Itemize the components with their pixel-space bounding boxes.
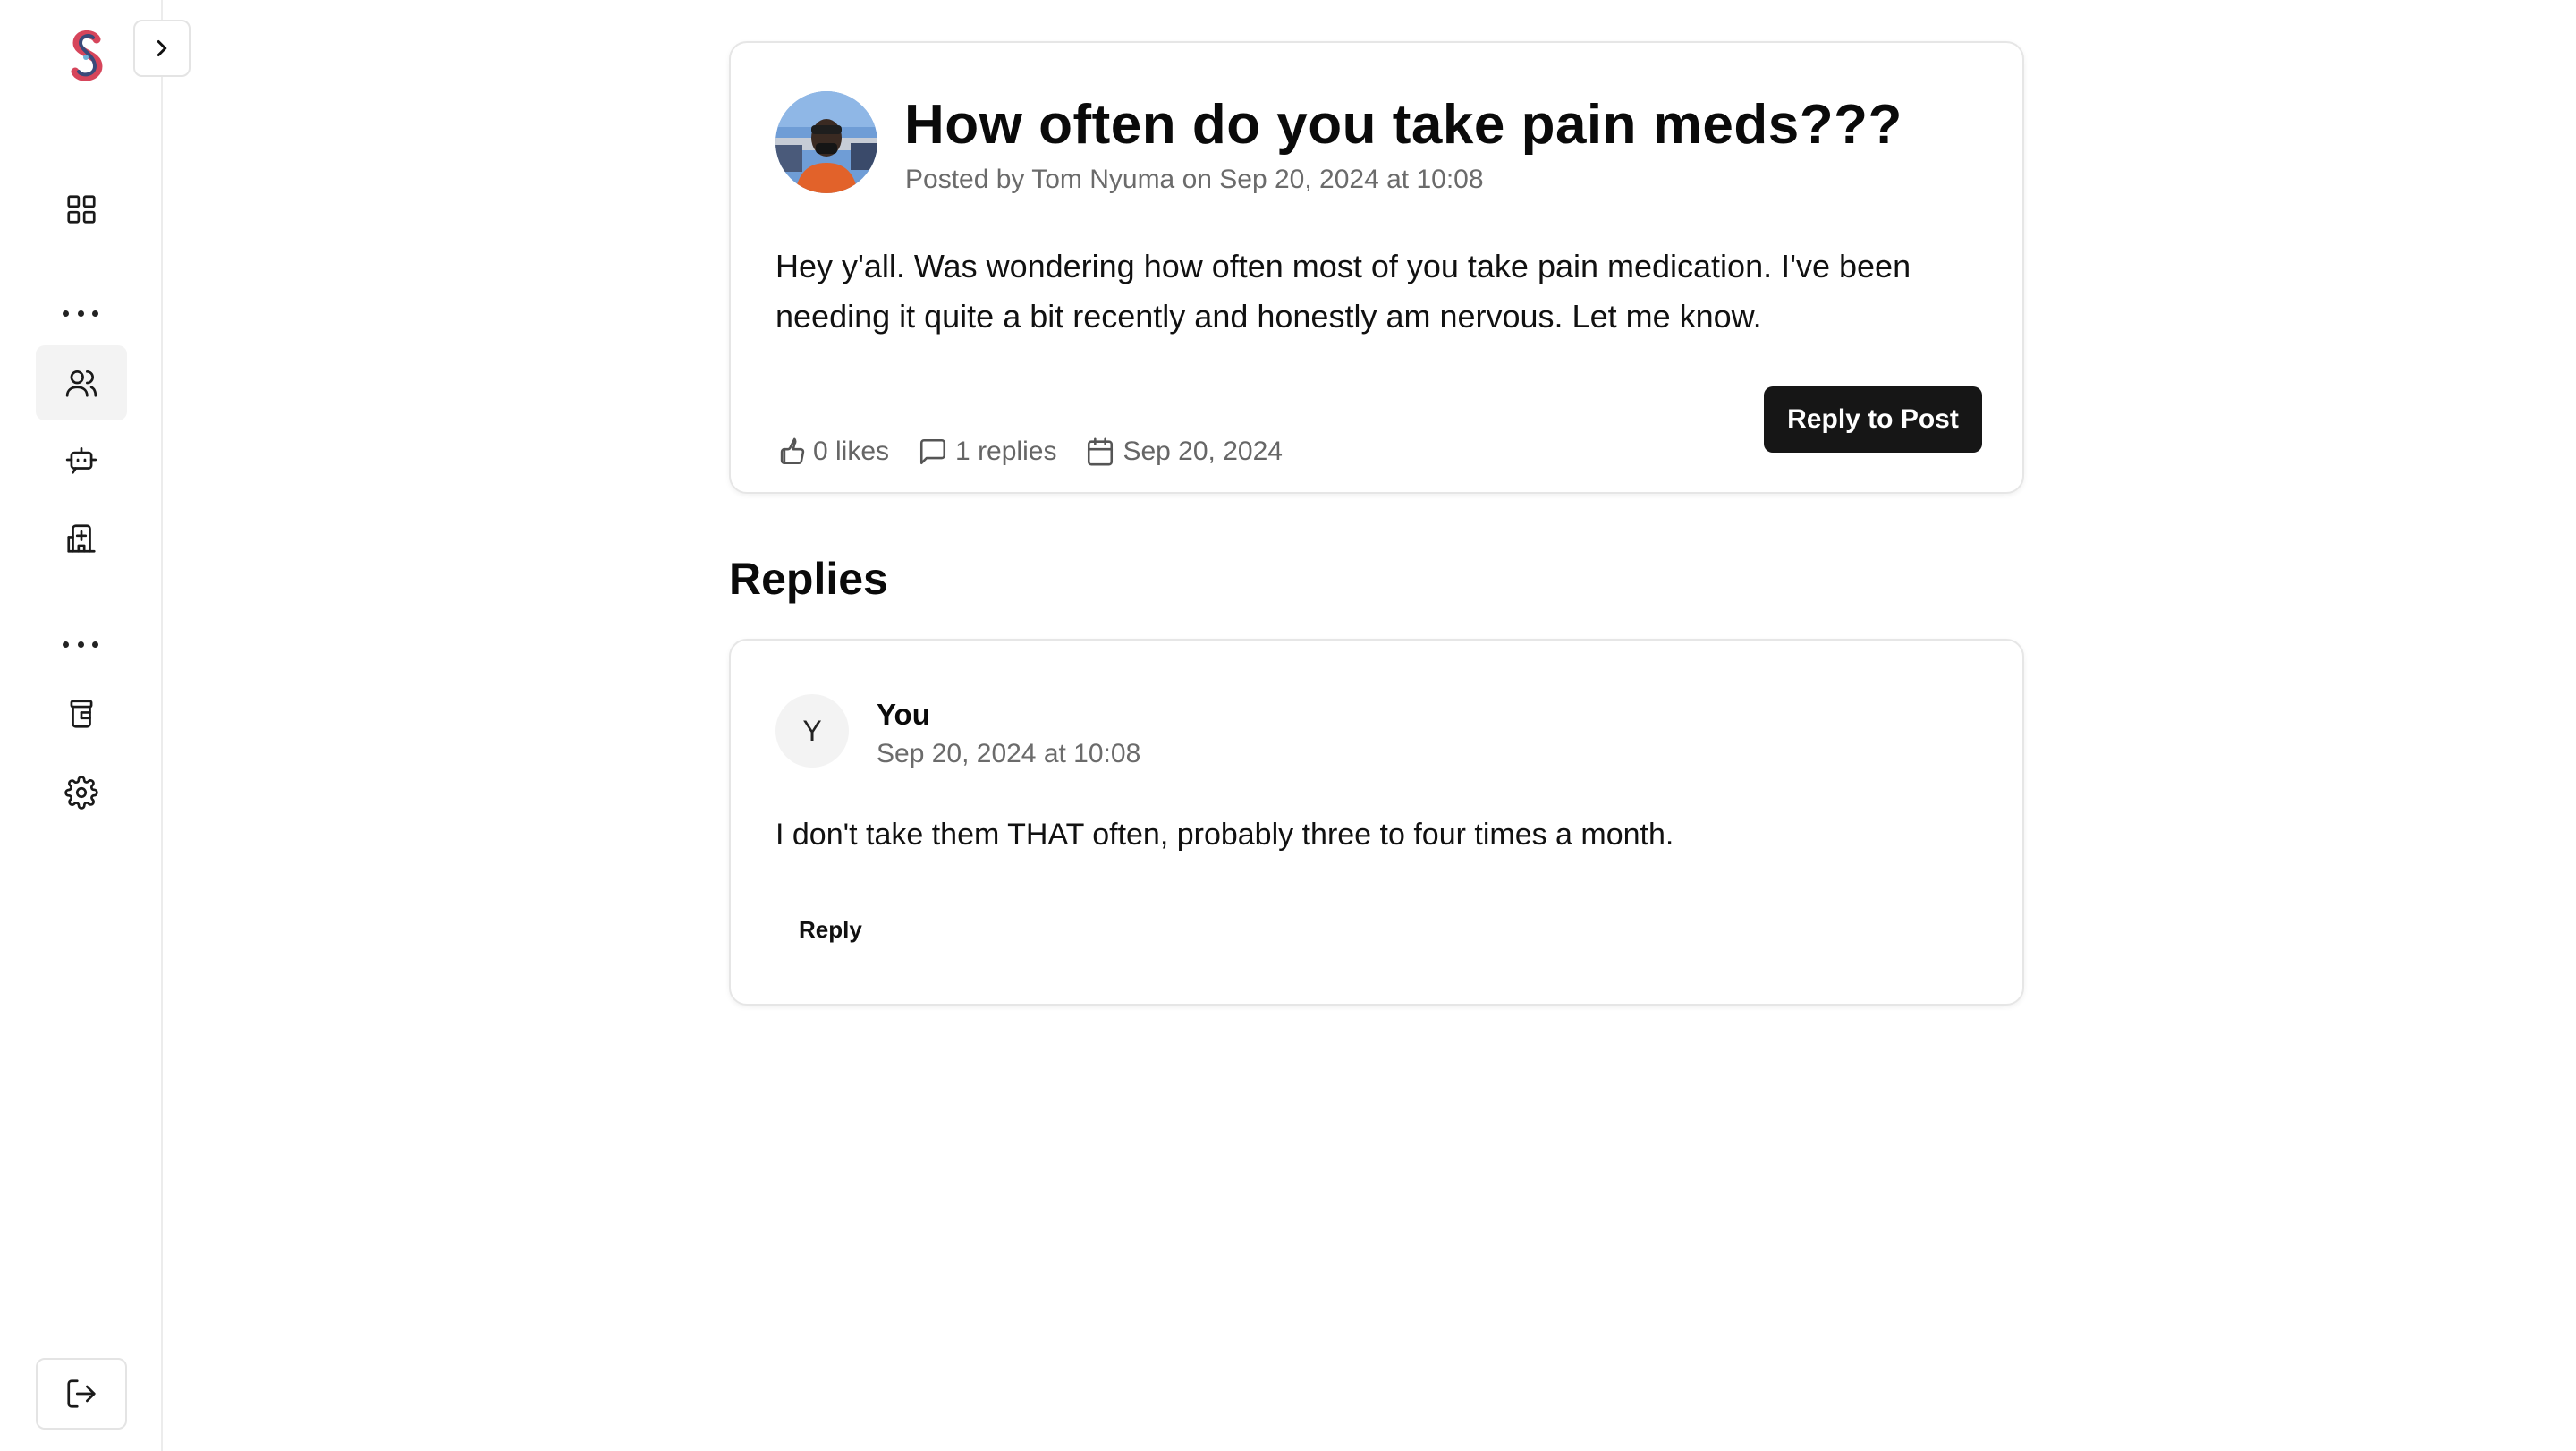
- reply-body: I don't take them THAT often, probably t…: [775, 818, 1674, 852]
- post-meta: Posted by Tom Nyuma on Sep 20, 2024 at 1…: [905, 165, 1484, 194]
- sidebar-item-dashboard[interactable]: [36, 172, 127, 247]
- replies-heading: Replies: [729, 554, 888, 604]
- post-date: Sep 20, 2024: [1123, 437, 1283, 466]
- grid-icon: [67, 195, 96, 224]
- sidebar-item-pharmacy[interactable]: [36, 676, 127, 751]
- avatar: Y: [775, 694, 849, 768]
- post-body: Hey y'all. Was wondering how often most …: [775, 248, 1911, 335]
- post-title: How often do you take pain meds???: [904, 94, 1902, 156]
- sidebar-item-community[interactable]: [36, 345, 127, 420]
- post-card: How often do you take pain meds??? Poste…: [729, 41, 2024, 494]
- sidebar-item-health[interactable]: [36, 501, 127, 576]
- author-avatar: [775, 91, 877, 193]
- app-logo[interactable]: [66, 30, 109, 84]
- like-stat[interactable]: 0 likes: [775, 437, 889, 467]
- sidebar: [0, 0, 163, 1451]
- sidebar-toggle-button[interactable]: [133, 20, 191, 77]
- replies-count: 1 replies: [955, 437, 1057, 466]
- comment-icon: [920, 438, 946, 465]
- date-stat: Sep 20, 2024: [1085, 437, 1283, 467]
- likes-count: 0 likes: [813, 437, 890, 466]
- post-stats: 0 likes 1 replies Sep 20, 2024: [775, 437, 1283, 467]
- users-icon: [65, 369, 97, 397]
- logout-icon: [67, 1379, 96, 1408]
- thumbs-up-icon: [780, 437, 805, 465]
- reply-to-post-button[interactable]: Reply to Post: [1764, 386, 1982, 453]
- sidebar-item-settings[interactable]: [36, 755, 127, 830]
- reply-timestamp: Sep 20, 2024 at 10:08: [877, 739, 1141, 768]
- reply-card: Y You Sep 20, 2024 at 10:08 I don't take…: [729, 639, 2024, 1006]
- calendar-icon: [1088, 437, 1114, 466]
- sidebar-item-assistant[interactable]: [36, 422, 127, 497]
- logout-button[interactable]: [36, 1358, 127, 1430]
- chat-bot-icon: [65, 446, 97, 474]
- gear-icon: [64, 776, 98, 810]
- hospital-icon: [67, 524, 96, 553]
- pill-bottle-icon: [70, 700, 93, 728]
- reply-button[interactable]: Reply: [777, 907, 884, 953]
- more-icon: [63, 639, 98, 649]
- reply-author: You: [877, 698, 930, 731]
- replies-stat: 1 replies: [918, 437, 1056, 467]
- more-icon: [63, 308, 98, 318]
- chevron-right-icon: [157, 40, 167, 56]
